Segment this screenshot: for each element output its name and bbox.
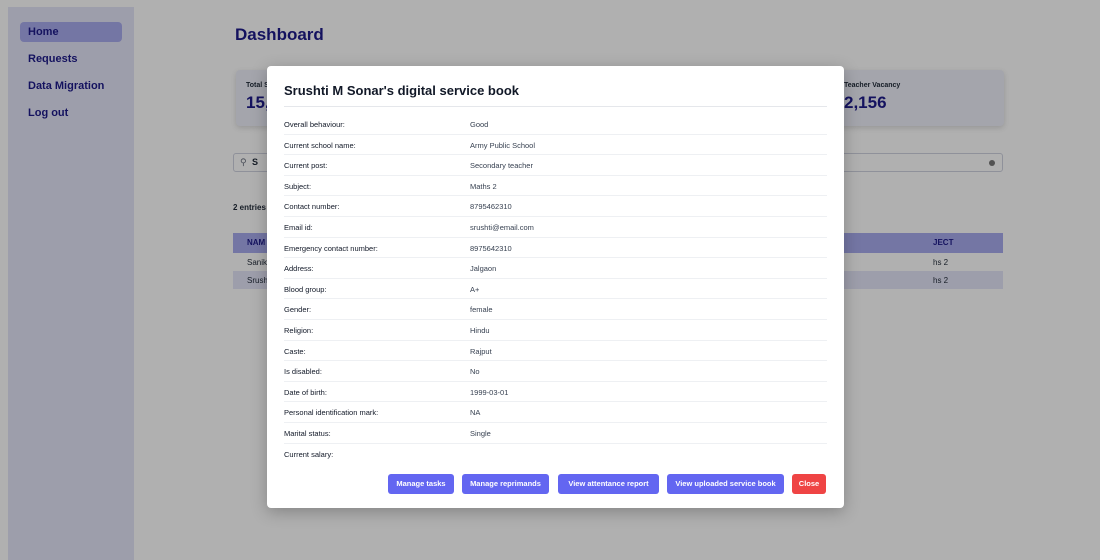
detail-row-marital-status: Marital status: Single: [284, 423, 827, 444]
detail-value: srushti@email.com: [470, 222, 534, 232]
detail-value: Army Public School: [470, 140, 536, 150]
detail-row-date-of-birth: Date of birth: 1999-03-01: [284, 382, 827, 403]
detail-label: Religion:: [284, 325, 314, 335]
detail-list: Overall behaviour: Good Current school na…: [284, 114, 827, 464]
detail-label: Current salary:: [284, 449, 334, 459]
detail-row-emergency-contact: Emergency contact number: 8975642310: [284, 238, 827, 259]
detail-value: female: [470, 305, 493, 315]
detail-row-overall-behaviour: Overall behaviour: Good: [284, 114, 827, 135]
detail-label: Caste:: [284, 346, 306, 356]
detail-label: Current post:: [284, 161, 328, 171]
detail-value: A+: [470, 284, 480, 294]
detail-value: No: [470, 367, 480, 377]
detail-label: Subject:: [284, 181, 312, 191]
modal-title: Srushti M Sonar's digital service book: [284, 83, 519, 98]
detail-row-current-post: Current post: Secondary teacher: [284, 155, 827, 176]
detail-row-current-school: Current school name: Army Public School: [284, 135, 827, 156]
detail-value: 8795462310: [470, 202, 512, 212]
detail-row-is-disabled: Is disabled: No: [284, 361, 827, 382]
detail-label: Address:: [284, 264, 314, 274]
detail-row-blood-group: Blood group: A+: [284, 279, 827, 300]
detail-label: Blood group:: [284, 284, 327, 294]
detail-label: Personal identification mark:: [284, 408, 379, 418]
manage-tasks-button[interactable]: Manage tasks: [388, 474, 454, 494]
detail-row-email: Email id: srushti@email.com: [284, 217, 827, 238]
detail-row-address: Address: Jalgaon: [284, 258, 827, 279]
detail-value: 1999-03-01: [470, 387, 509, 397]
detail-label: Current school name:: [284, 140, 356, 150]
detail-row-caste: Caste: Rajput: [284, 341, 827, 362]
detail-row-religion: Religion: Hindu: [284, 320, 827, 341]
detail-value: Maths 2: [470, 181, 497, 191]
detail-value: Hindu: [470, 325, 490, 335]
manage-reprimands-button[interactable]: Manage reprimands: [462, 474, 549, 494]
detail-value: Single: [470, 428, 491, 438]
close-button[interactable]: Close: [792, 474, 826, 494]
detail-label: Emergency contact number:: [284, 243, 378, 253]
detail-label: Email id:: [284, 222, 313, 232]
detail-value: NA: [470, 408, 481, 418]
detail-value: 8975642310: [470, 243, 512, 253]
detail-value: Jalgaon: [470, 264, 497, 274]
view-uploaded-service-book-button[interactable]: View uploaded service book: [667, 474, 784, 494]
detail-label: Overall behaviour:: [284, 120, 345, 129]
detail-value: Good: [470, 120, 489, 129]
detail-row-current-salary: Current salary:: [284, 444, 827, 465]
detail-label: Marital status:: [284, 428, 331, 438]
modal-actions: Manage tasks Manage reprimands View atte…: [267, 474, 844, 494]
detail-value: Rajput: [470, 346, 492, 356]
detail-row-contact-number: Contact number: 8795462310: [284, 196, 827, 217]
detail-label: Contact number:: [284, 202, 340, 212]
divider: [284, 106, 827, 107]
detail-row-subject: Subject: Maths 2: [284, 176, 827, 197]
detail-value: Secondary teacher: [470, 161, 533, 171]
view-attendance-report-button[interactable]: View attentance report: [558, 474, 659, 494]
detail-row-identification-mark: Personal identification mark: NA: [284, 402, 827, 423]
detail-label: Gender:: [284, 305, 312, 315]
detail-label: Date of birth:: [284, 387, 327, 397]
detail-row-gender: Gender: female: [284, 299, 827, 320]
detail-label: Is disabled:: [284, 367, 322, 377]
service-book-modal: Srushti M Sonar's digital service book O…: [267, 66, 844, 508]
